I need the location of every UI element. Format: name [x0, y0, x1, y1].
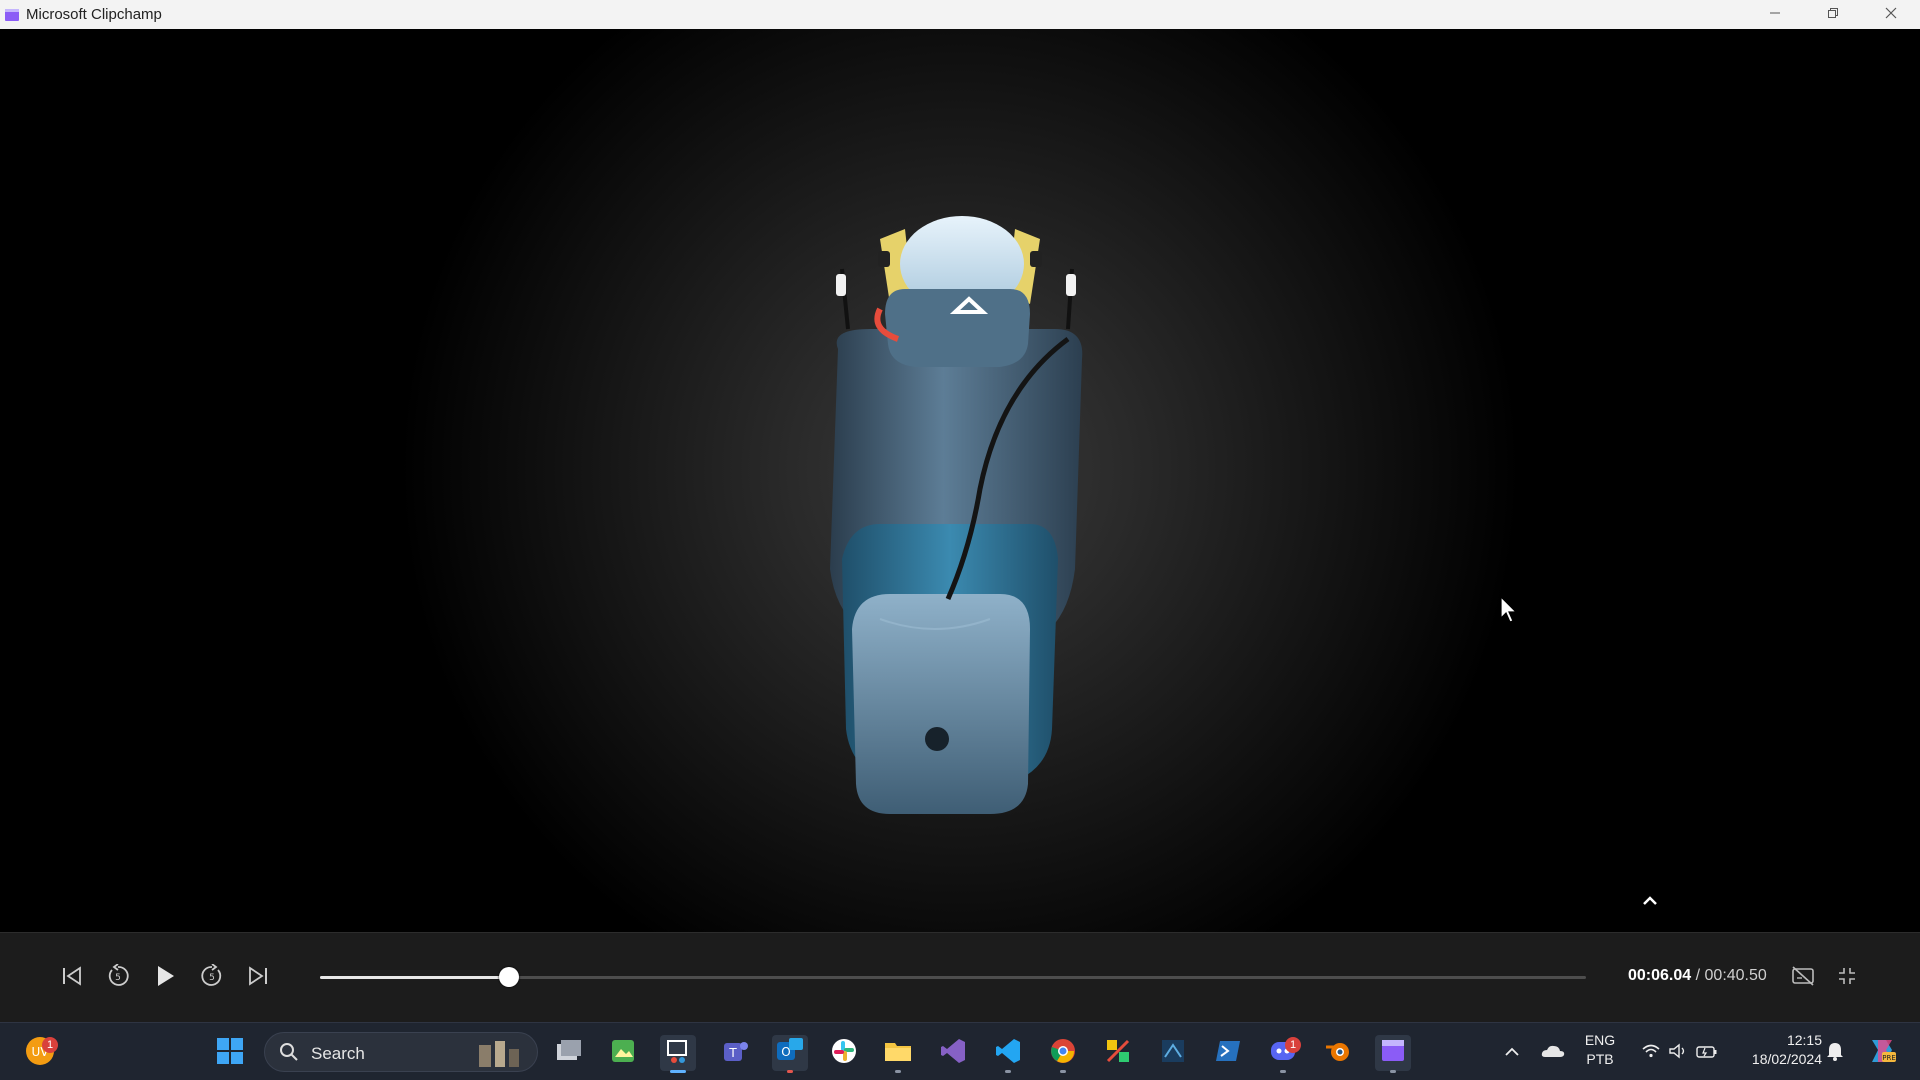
weather-widget[interactable]: UV 1	[22, 1035, 58, 1071]
task-view-icon	[555, 1038, 583, 1069]
copilot-button[interactable]: PRE	[1862, 1035, 1902, 1071]
close-button[interactable]	[1862, 0, 1920, 29]
taskbar-photos[interactable]	[605, 1035, 641, 1071]
blender-icon	[1324, 1037, 1352, 1070]
search-placeholder: Search	[311, 1044, 365, 1063]
taskbar-powershell[interactable]	[1210, 1035, 1246, 1071]
forward-5-button[interactable]: 5	[197, 962, 227, 993]
minimize-button[interactable]	[1746, 0, 1804, 29]
clock-date: 18/02/2024	[1751, 1051, 1822, 1067]
captions-off-icon	[1791, 965, 1815, 991]
powershell-icon	[1214, 1037, 1242, 1070]
teams-icon: T	[721, 1037, 749, 1070]
forward-5-icon: 5	[200, 962, 224, 993]
taskbar-file-explorer[interactable]	[880, 1035, 916, 1073]
cubeide-icon	[1159, 1037, 1187, 1070]
outlook-new-icon: O	[775, 1036, 805, 1071]
clock[interactable]: 12:15 18/02/2024	[1736, 1031, 1822, 1069]
restore-icon	[1827, 6, 1839, 24]
total-time: 00:40.50	[1704, 967, 1767, 984]
taskbar-slack[interactable]	[826, 1035, 862, 1071]
skip-back-button[interactable]	[57, 963, 87, 993]
taskbar-visual-studio[interactable]	[935, 1035, 971, 1071]
player-controls: 5 5 00:06.04 / 00:40.50	[0, 932, 1920, 1022]
start-button[interactable]	[212, 1035, 248, 1071]
exit-fullscreen-icon	[1837, 966, 1857, 991]
keyboard-layout: PTB	[1586, 1051, 1614, 1067]
taskbar-cubeide[interactable]	[1155, 1035, 1191, 1071]
minimize-icon	[1769, 6, 1781, 24]
window-title: Microsoft Clipchamp	[26, 6, 162, 23]
snipping-tool-icon	[664, 1037, 692, 1070]
skip-forward-button[interactable]	[243, 963, 273, 993]
wifi-icon	[1642, 1044, 1660, 1063]
mouse-cursor-icon	[1500, 595, 1520, 629]
onedrive-icon	[1541, 1043, 1565, 1064]
clipchamp-window: Microsoft Clipchamp 5 5 00:06.04 / 00:40…	[0, 0, 1920, 1080]
taskbar-kanban[interactable]	[1100, 1035, 1136, 1071]
seek-bar-progress	[320, 976, 509, 979]
show-hidden-icons-button[interactable]	[1494, 1035, 1530, 1071]
chevron-up-icon[interactable]	[1640, 891, 1660, 911]
rewind-5-button[interactable]: 5	[103, 962, 133, 993]
time-separator: /	[1691, 967, 1705, 984]
video-frame	[830, 216, 1083, 814]
taskbar-blender[interactable]	[1320, 1035, 1356, 1071]
taskbar-discord[interactable]: 1	[1265, 1035, 1301, 1073]
timecode: 00:06.04 / 00:40.50	[1628, 967, 1767, 985]
captions-toggle-button[interactable]	[1788, 963, 1818, 993]
current-time: 00:06.04	[1628, 967, 1692, 984]
play-button[interactable]	[150, 963, 180, 993]
taskbar-task-view[interactable]	[551, 1035, 587, 1071]
video-preview[interactable]	[0, 29, 1920, 932]
copilot-icon: PRE	[1866, 1036, 1898, 1071]
clipchamp-icon	[1379, 1037, 1407, 1070]
taskbar-outlook[interactable]: O	[772, 1035, 808, 1073]
svg-text:PRE: PRE	[1882, 1054, 1896, 1062]
vscode-icon	[994, 1037, 1022, 1070]
file-explorer-icon	[883, 1038, 913, 1069]
svg-text:5: 5	[115, 973, 121, 983]
start-icon	[216, 1037, 244, 1070]
chevron-up-icon	[1504, 1044, 1520, 1062]
photos-icon	[609, 1037, 637, 1070]
bell-icon	[1826, 1041, 1844, 1066]
taskbar-vscode[interactable]	[990, 1035, 1026, 1073]
title-bar: Microsoft Clipchamp	[0, 0, 1920, 29]
exit-fullscreen-button[interactable]	[1832, 963, 1862, 993]
svg-text:5: 5	[209, 973, 215, 983]
rewind-5-icon: 5	[106, 962, 130, 993]
restore-button[interactable]	[1804, 0, 1862, 29]
seek-bar[interactable]	[320, 967, 1586, 987]
taskbar-chrome[interactable]	[1045, 1035, 1081, 1073]
notification-badge: 1	[42, 1037, 58, 1053]
taskbar-teams[interactable]: T	[717, 1035, 753, 1071]
battery-icon	[1696, 1044, 1718, 1063]
skip-back-icon	[61, 965, 83, 992]
onedrive-button[interactable]	[1535, 1035, 1571, 1071]
svg-text:T: T	[728, 1046, 737, 1060]
visual-studio-icon	[939, 1037, 967, 1070]
quick-settings-button[interactable]	[1630, 1035, 1730, 1071]
notifications-button[interactable]	[1818, 1035, 1852, 1071]
seek-bar-thumb[interactable]	[498, 967, 519, 987]
clock-time: 12:15	[1786, 1032, 1822, 1048]
search-icon	[279, 1042, 299, 1067]
volume-icon	[1668, 1043, 1688, 1064]
taskbar-clipchamp[interactable]	[1375, 1035, 1411, 1073]
play-icon	[153, 964, 177, 993]
discord-badge: 1	[1285, 1037, 1301, 1053]
skip-forward-icon	[247, 965, 269, 992]
language-code: ENG	[1584, 1032, 1616, 1048]
windows-taskbar: UV 1 Search T O 1 ENG PTB 12:15 18/02/20…	[0, 1022, 1920, 1080]
search-highlight-icon	[475, 1037, 525, 1074]
taskbar-snipping-tool[interactable]	[660, 1035, 696, 1073]
chrome-icon	[1049, 1037, 1077, 1070]
input-language[interactable]: ENG PTB	[1578, 1031, 1622, 1069]
clipchamp-icon	[4, 7, 20, 23]
close-icon	[1885, 6, 1897, 24]
kanban-icon	[1104, 1037, 1132, 1070]
slack-icon	[830, 1037, 858, 1070]
taskbar-search[interactable]: Search	[264, 1032, 538, 1072]
